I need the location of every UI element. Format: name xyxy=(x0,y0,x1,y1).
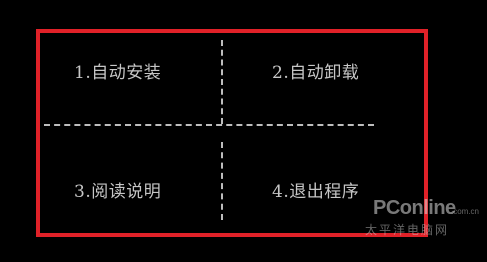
highlight-frame xyxy=(36,29,428,237)
vertical-divider-bottom xyxy=(221,142,225,220)
menu-item-auto-install[interactable]: 1.自动安装 xyxy=(74,63,161,83)
menu-item-read-instructions[interactable]: 3.阅读说明 xyxy=(74,182,161,202)
watermark-domain: .com.cn xyxy=(451,207,480,216)
menu-item-auto-uninstall[interactable]: 2.自动卸载 xyxy=(272,63,359,83)
menu-item-exit-program[interactable]: 4.退出程序 xyxy=(272,182,359,202)
vertical-divider-top xyxy=(221,40,225,124)
horizontal-divider xyxy=(44,124,374,126)
